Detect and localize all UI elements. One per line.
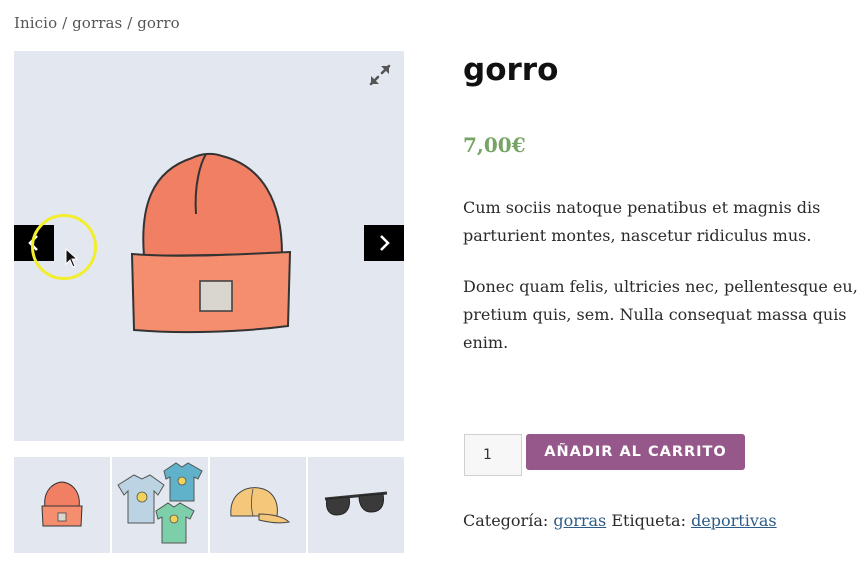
zoom-button[interactable] <box>368 63 392 87</box>
breadcrumb-home-link[interactable]: Inicio <box>14 14 57 32</box>
thumbnail-beanie[interactable] <box>14 457 110 553</box>
quantity-input[interactable] <box>464 434 522 476</box>
thumbnail-hoodies[interactable] <box>112 457 208 553</box>
breadcrumb-category-link[interactable]: gorras <box>72 14 122 32</box>
thumbnail-cap[interactable] <box>210 457 306 553</box>
product-image-beanie <box>130 152 292 334</box>
beanie-icon <box>41 481 83 527</box>
cap-icon <box>230 487 291 524</box>
hoodies-tshirts-icon <box>117 462 203 544</box>
breadcrumb-separator: / <box>57 14 73 32</box>
category-label: Categoría: <box>463 511 549 530</box>
product-gallery[interactable] <box>14 51 404 441</box>
tag-link[interactable]: deportivas <box>691 511 777 530</box>
sunglasses-icon <box>324 491 388 516</box>
product-price: 7,00€ <box>463 133 526 157</box>
gallery-thumbnails <box>14 457 404 553</box>
cursor-highlight-ring <box>31 214 97 280</box>
product-description-paragraph: Donec quam felis, ultricies nec, pellent… <box>463 277 858 352</box>
tag-label: Etiqueta: <box>611 511 686 530</box>
gallery-next-button[interactable] <box>364 225 404 261</box>
chevron-right-icon <box>380 235 390 251</box>
product-title: gorro <box>463 52 559 88</box>
breadcrumb: Inicio / gorras / gorro <box>14 14 180 32</box>
add-to-cart-button[interactable]: AÑADIR AL CARRITO <box>526 434 745 470</box>
mouse-cursor-icon <box>65 248 79 268</box>
thumbnail-sunglasses[interactable] <box>308 457 404 553</box>
breadcrumb-separator: / <box>122 14 138 32</box>
expand-icon <box>369 64 391 86</box>
product-description-paragraph: Cum sociis natoque penatibus et magnis d… <box>463 198 821 245</box>
category-link[interactable]: gorras <box>553 511 606 530</box>
product-meta: Categoría: gorras Etiqueta: deportivas <box>463 511 777 530</box>
breadcrumb-current: gorro <box>137 14 180 32</box>
